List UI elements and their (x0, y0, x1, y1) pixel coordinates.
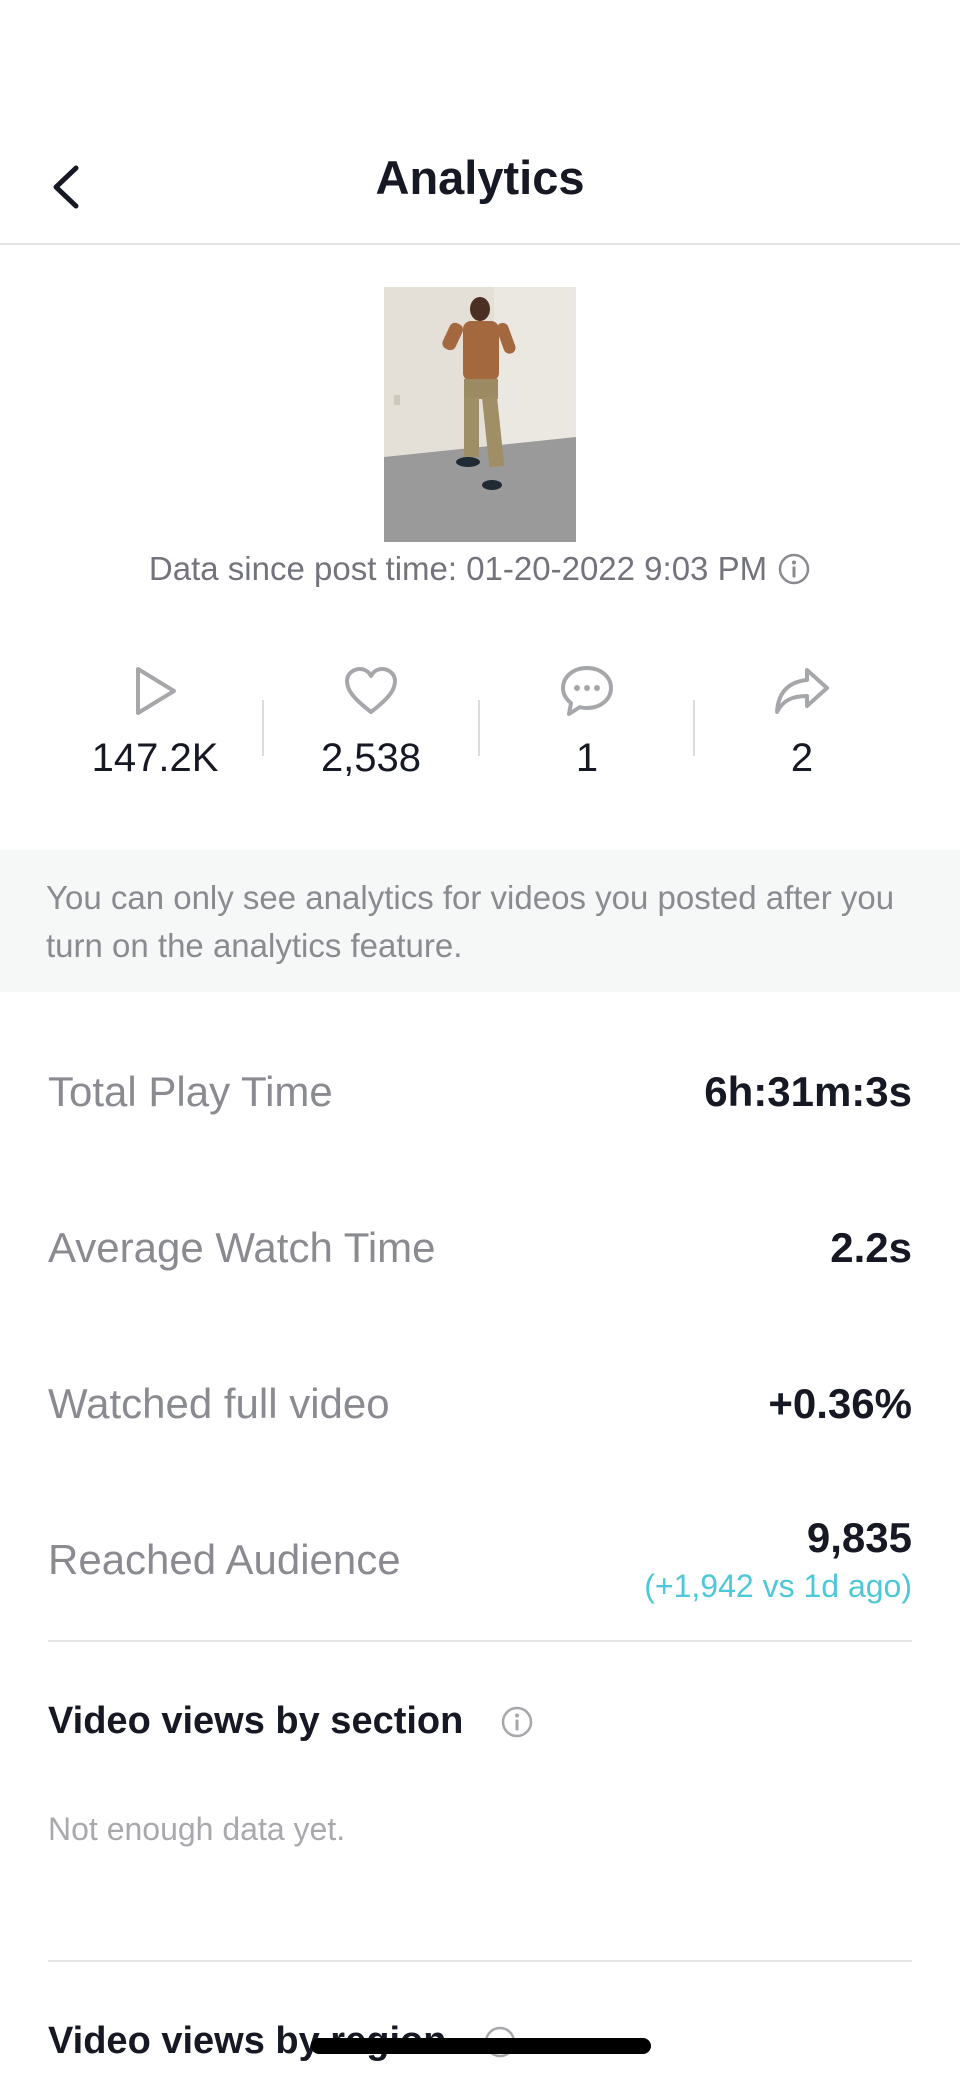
home-indicator[interactable] (311, 2038, 651, 2054)
empty-state-text: Not enough data yet. (48, 1811, 346, 1847)
metric-value: 2.2s (830, 1224, 912, 1271)
metric-value: 6h:31m:3s (704, 1068, 912, 1115)
metric-total-play-time: Total Play Time 6h:31m:3s (48, 1068, 912, 1148)
data-since-text: Data since post time: 01-20-2022 9:03 PM (0, 550, 960, 594)
section-title-by-section: Video views by section (48, 1700, 534, 1749)
comments-count: 1 (575, 736, 599, 780)
metric-label: Total Play Time (48, 1068, 333, 1115)
stat-divider (693, 700, 695, 756)
plays-stat: 147.2K (55, 660, 255, 781)
metric-label: Average Watch Time (48, 1224, 436, 1271)
metric-value: 9,835 (806, 1514, 912, 1561)
data-since-label: Data since post time: 01-20-2022 9:03 PM (148, 550, 768, 587)
metric-average-watch-time: Average Watch Time 2.2s (48, 1224, 912, 1304)
play-icon (55, 660, 255, 722)
shares-stat: 2 (702, 660, 902, 781)
video-thumbnail[interactable] (384, 287, 576, 542)
section-divider (48, 1640, 912, 1642)
heart-icon (271, 660, 471, 722)
comment-icon (487, 660, 687, 722)
plays-count: 147.2K (91, 736, 219, 780)
metric-value: +0.36% (768, 1380, 912, 1427)
section-title-label: Video views by section (48, 1700, 464, 1742)
page-title: Analytics (375, 151, 585, 204)
metric-watched-full-video: Watched full video +0.36% (48, 1380, 912, 1460)
likes-stat: 2,538 (271, 660, 471, 781)
likes-count: 2,538 (320, 736, 422, 780)
info-icon[interactable] (777, 552, 811, 594)
app-header: Analytics (0, 0, 960, 245)
analytics-notice: You can only see analytics for videos yo… (0, 850, 960, 992)
metric-delta: (+1,942 vs 1d ago) (644, 1568, 912, 1604)
metric-label: Reached Audience (48, 1536, 401, 1583)
share-icon (702, 660, 902, 722)
metric-label: Watched full video (48, 1380, 390, 1427)
metric-reached-audience: Reached Audience 9,835 (+1,942 vs 1d ago… (48, 1514, 912, 1614)
section-divider (48, 1960, 912, 1962)
shares-count: 2 (790, 736, 814, 780)
comments-stat: 1 (487, 660, 687, 781)
stat-divider (478, 700, 480, 756)
stat-divider (262, 700, 264, 756)
info-icon[interactable] (500, 1705, 534, 1749)
stats-row: 147.2K 2,538 1 2 (0, 660, 960, 790)
